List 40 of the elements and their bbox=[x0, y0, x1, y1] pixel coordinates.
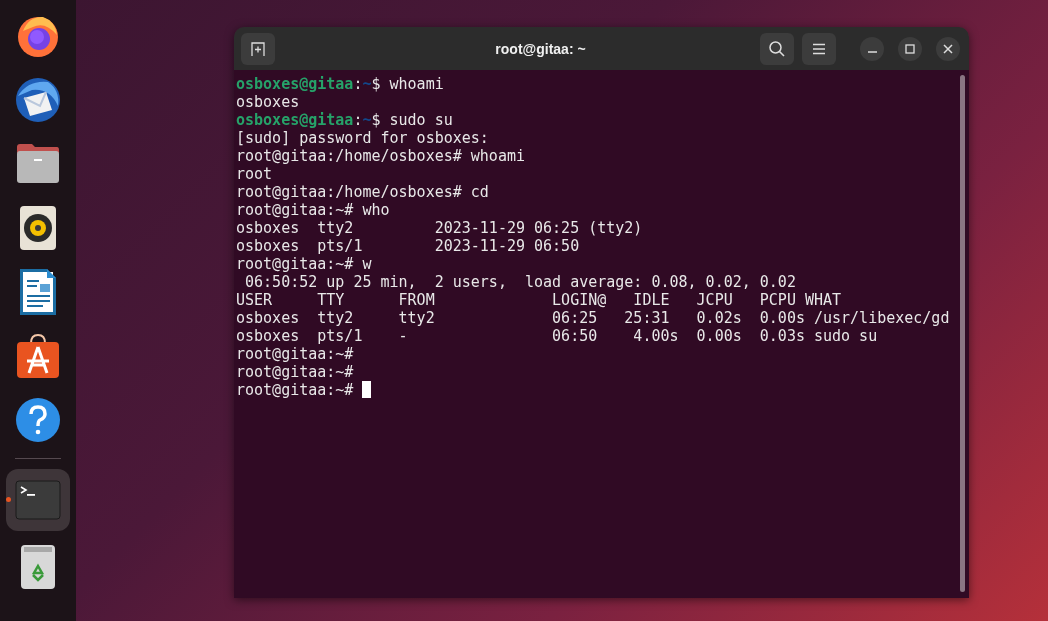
menu-button[interactable] bbox=[802, 32, 836, 65]
search-icon bbox=[768, 39, 786, 58]
terminal-line: osboxes bbox=[236, 93, 300, 111]
terminal-line: USER TTY FROM LOGIN@ IDLE JCPU PCPU WHAT bbox=[236, 291, 842, 309]
search-button[interactable] bbox=[760, 32, 794, 65]
shopping-bag-icon bbox=[15, 333, 61, 379]
terminal-icon bbox=[15, 480, 61, 520]
trash-icon bbox=[20, 544, 56, 590]
menu-icon bbox=[812, 42, 826, 55]
folder-icon bbox=[15, 143, 61, 185]
terminal-line: root@gitaa:~# bbox=[236, 345, 354, 363]
window-title: root@gitaa: ~ bbox=[494, 40, 587, 57]
scrollbar[interactable] bbox=[960, 75, 965, 592]
terminal-line: root@gitaa:/home/osboxes# whoami bbox=[236, 147, 525, 165]
terminal-line: root bbox=[236, 165, 273, 183]
close-button[interactable] bbox=[936, 36, 960, 61]
terminal-line: osboxes pts/1 - 06:50 4.00s 0.00s 0.03s sudo su bbox=[236, 327, 878, 345]
terminal-line: [sudo] password for osboxes: bbox=[236, 129, 489, 147]
close-icon bbox=[943, 43, 953, 54]
terminal-line: root@gitaa:~# bbox=[236, 363, 354, 381]
document-icon bbox=[19, 268, 57, 316]
terminal-line: osboxes tty2 tty2 06:25 25:31 0.02s 0.00s /usr/libexec/gd bbox=[236, 309, 950, 327]
help-icon bbox=[15, 397, 61, 443]
minimize-icon bbox=[867, 51, 877, 53]
mail-bird-icon bbox=[14, 76, 62, 124]
new-tab-button[interactable] bbox=[241, 32, 275, 65]
maximize-icon bbox=[905, 43, 915, 54]
terminal-line: root@gitaa:~# w bbox=[236, 255, 372, 273]
terminal-line: 06:50:52 up 25 min, 2 users, load average: 0.08, 0.02, 0.02 bbox=[244, 273, 796, 291]
terminal-line: root@gitaa:~# who bbox=[236, 201, 390, 219]
terminal-line: osboxes pts/1 2023-11-29 06:50 bbox=[236, 237, 580, 255]
new-tab-icon bbox=[250, 40, 266, 57]
terminal-line: root@gitaa:~# bbox=[236, 381, 372, 399]
terminal-line: root@gitaa:/home/osboxes# cd bbox=[236, 183, 489, 201]
prompt-line: osboxes@gitaa:~$ sudo su bbox=[236, 111, 453, 129]
minimize-button[interactable] bbox=[860, 36, 884, 61]
maximize-button[interactable] bbox=[898, 36, 922, 61]
terminal-line: osboxes tty2 2023-11-29 06:25 (tty2) bbox=[236, 219, 643, 237]
prompt-line: osboxes@gitaa:~$ whoami bbox=[236, 75, 444, 93]
speaker-icon bbox=[19, 205, 57, 251]
